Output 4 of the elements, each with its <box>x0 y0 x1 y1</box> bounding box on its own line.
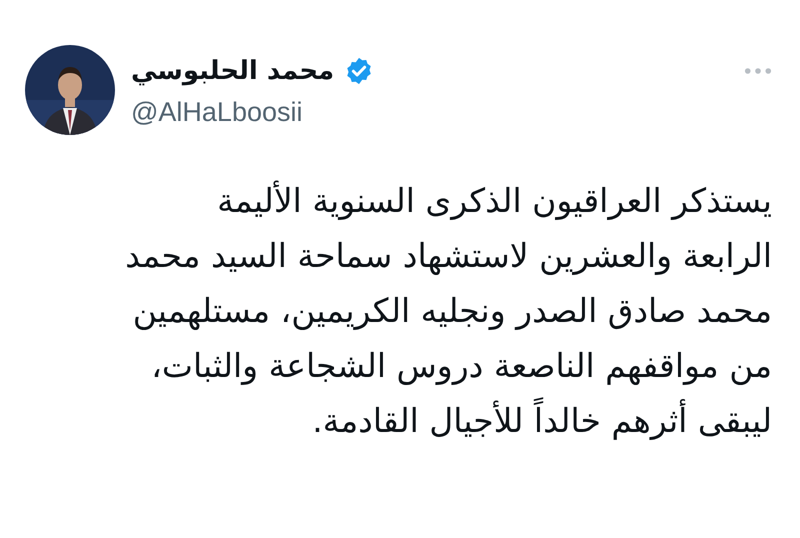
author-handle: @AlHaLboosii <box>131 97 304 128</box>
author-name: محمد الحلبوسي <box>131 55 334 88</box>
tweet-text: يستذكر العراقيون الذكرى السنوية الأليمة الرابعة والعشرين لاستشهاد سماحة السيد محمد محمد صادق الصدر ونجليه الكريمين، مستلهمين من مواقفهم الناصعة دروس الشجاعة والثبات، ليبقى أثرهم خالداً للأجيال القادمة. <box>125 180 772 442</box>
more-icon[interactable] <box>744 67 772 75</box>
